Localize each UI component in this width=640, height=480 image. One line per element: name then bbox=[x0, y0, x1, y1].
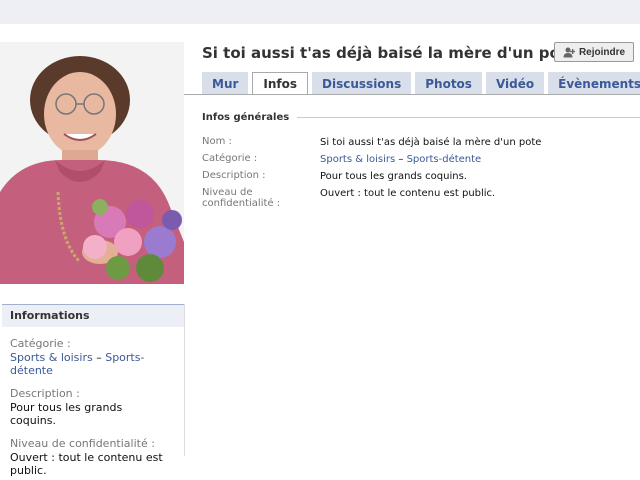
category-sub-link[interactable]: Sports-détente bbox=[407, 154, 482, 165]
description-value: Pour tous les grands coquins. bbox=[320, 171, 467, 182]
sidebar-category-separator: – bbox=[92, 351, 106, 364]
info-row-privacy: Niveau de confidentialité : Ouvert : tou… bbox=[202, 187, 541, 209]
tab-wall[interactable]: Mur bbox=[202, 72, 249, 94]
sidebar-category-main-link[interactable]: Sports & loisirs bbox=[10, 351, 93, 364]
info-table: Nom : Si toi aussi t'as déjà baisé la mè… bbox=[202, 136, 541, 212]
sidebar-category-value: Sports & loisirs – Sports-détente bbox=[10, 351, 170, 377]
privacy-label: Niveau de confidentialité : bbox=[202, 187, 281, 209]
join-button[interactable]: Rejoindre bbox=[554, 42, 634, 62]
join-button-label: Rejoindre bbox=[578, 46, 626, 58]
sidebar-description-value: Pour tous les grands coquins. bbox=[10, 401, 123, 427]
tab-discussions[interactable]: Discussions bbox=[312, 72, 412, 94]
info-row-name: Nom : Si toi aussi t'as déjà baisé la mè… bbox=[202, 136, 541, 150]
tab-divider bbox=[184, 94, 640, 95]
section-divider bbox=[297, 117, 640, 118]
add-user-icon bbox=[563, 47, 575, 57]
name-label: Nom : bbox=[202, 136, 232, 147]
tab-events[interactable]: Évènements bbox=[548, 72, 640, 94]
tab-video[interactable]: Vidéo bbox=[485, 72, 545, 94]
section-title: Infos générales bbox=[202, 112, 290, 123]
category-separator: – bbox=[395, 154, 407, 165]
sidebar-category-label: Catégorie : bbox=[10, 337, 71, 350]
sidebar-privacy-label: Niveau de confidentialité : bbox=[10, 437, 155, 450]
privacy-value: Ouvert : tout le contenu est public. bbox=[320, 188, 496, 199]
category-main-link[interactable]: Sports & loisirs bbox=[320, 154, 395, 165]
sidebar-privacy-value: Ouvert : tout le contenu est public. bbox=[10, 451, 163, 477]
top-bar bbox=[0, 0, 640, 24]
description-label: Description : bbox=[202, 170, 266, 181]
name-value: Si toi aussi t'as déjà baisé la mère d'u… bbox=[320, 137, 542, 148]
group-title: Si toi aussi t'as déjà baisé la mère d'u… bbox=[202, 44, 578, 62]
category-value: Sports & loisirs – Sports-détente bbox=[320, 153, 481, 167]
group-profile-photo[interactable] bbox=[0, 42, 184, 284]
general-info-section: Infos générales bbox=[202, 112, 640, 123]
info-row-category: Catégorie : Sports & loisirs – Sports-dé… bbox=[202, 153, 541, 167]
sidebar-heading: Informations bbox=[2, 304, 184, 327]
tab-photos[interactable]: Photos bbox=[415, 72, 482, 94]
left-column bbox=[0, 42, 184, 284]
info-row-description: Description : Pour tous les grands coqui… bbox=[202, 170, 541, 184]
category-label: Catégorie : bbox=[202, 153, 258, 164]
tab-info[interactable]: Infos bbox=[252, 72, 309, 95]
sidebar-info-box: Informations Catégorie : Sports & loisir… bbox=[2, 304, 185, 477]
tab-bar: Mur Infos Discussions Photos Vidéo Évène… bbox=[202, 72, 640, 95]
sidebar-description-label: Description : bbox=[10, 387, 80, 400]
